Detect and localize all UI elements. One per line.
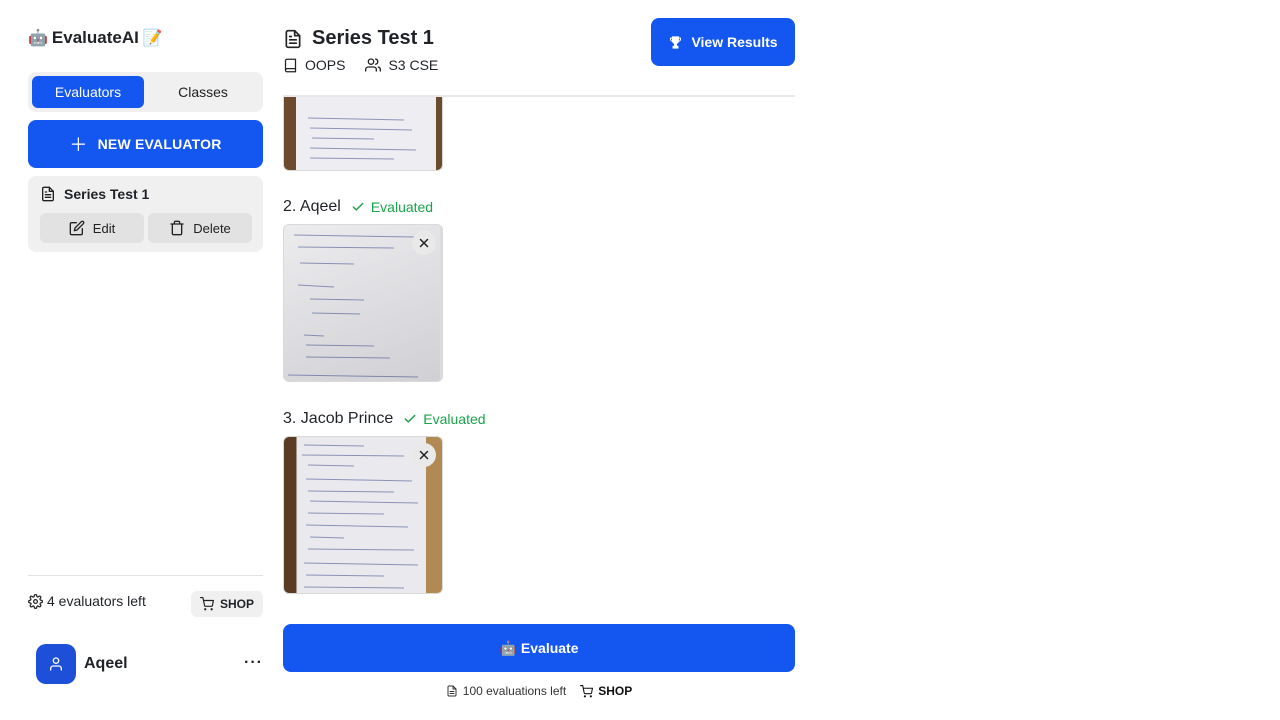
book-icon (284, 58, 297, 72)
document-icon (42, 186, 54, 202)
robot-logo-icon: 🤖 (28, 30, 48, 47)
status-text: Evaluated (370, 199, 434, 215)
submission-header: 2. Aqeel Evaluated (283, 198, 433, 216)
document-icon (447, 685, 457, 697)
view-results-button[interactable]: View Results (651, 18, 795, 66)
trophy-icon (670, 35, 682, 49)
status-text: Evaluated (423, 411, 486, 427)
evaluator-title: Series Test 1 (40, 186, 251, 202)
footer-shop-button[interactable]: SHOP (580, 684, 632, 698)
robot-icon: 🤖 (499, 639, 517, 656)
submission-image[interactable] (283, 436, 443, 594)
handwriting-lines (307, 117, 417, 160)
evaluate-button[interactable]: 🤖 Evaluate (283, 624, 795, 672)
avatar (36, 644, 76, 684)
evaluations-left: 100 evaluations left (446, 684, 566, 698)
gear-icon (28, 593, 43, 609)
edit-label: Edit (92, 220, 116, 236)
tab-evaluators[interactable]: Evaluators (32, 76, 144, 108)
user-name: Aqeel (84, 655, 128, 672)
check-icon (352, 202, 364, 211)
cart-icon (580, 684, 594, 697)
subject-text: OOPS (305, 57, 346, 73)
edit-button[interactable]: Edit (40, 213, 144, 243)
evaluators-left-text: 4 evaluators left (47, 593, 146, 609)
footer-shop-label: SHOP (598, 684, 633, 698)
class-text: S3 CSE (388, 57, 439, 73)
student-name: 3. Jacob Prince (283, 410, 394, 427)
check-icon (404, 414, 416, 423)
class-meta: S3 CSE (365, 57, 438, 73)
status-badge: Evaluated (403, 411, 486, 427)
user-profile[interactable]: Aqeel ··· (36, 644, 263, 684)
app-brand[interactable]: 🤖 EvaluateAI 📝 (28, 28, 163, 48)
evaluate-label: Evaluate (520, 640, 579, 656)
delete-button[interactable]: Delete (148, 213, 252, 243)
status-badge: Evaluated (351, 199, 433, 215)
submissions-list[interactable]: 2. Aqeel Evaluated 3. Jacob Prince Evalu… (283, 97, 795, 607)
sidebar-shop-label: SHOP (219, 597, 254, 611)
new-evaluator-button[interactable]: ＋ NEW EVALUATOR (28, 120, 263, 168)
evaluator-card[interactable]: Series Test 1 Edit Delete (28, 176, 263, 252)
evaluator-actions: Edit Delete (40, 213, 252, 243)
trash-icon (170, 220, 184, 236)
page-title-text: Series Test 1 (312, 27, 434, 49)
evaluations-left-text: 100 evaluations left (462, 684, 567, 698)
sidebar: 🤖 EvaluateAI 📝 Evaluators Classes ＋ NEW … (28, 0, 263, 720)
evaluator-name: Series Test 1 (64, 186, 150, 202)
new-evaluator-label: NEW EVALUATOR (97, 136, 222, 152)
user-icon (50, 657, 62, 671)
tab-classes[interactable]: Classes (147, 76, 259, 108)
document-icon (285, 29, 301, 48)
evaluators-left: 4 evaluators left (28, 593, 146, 609)
close-icon (419, 238, 429, 248)
page-title: Series Test 1 (283, 27, 434, 50)
remove-image-button[interactable] (412, 443, 436, 467)
delete-label: Delete (193, 220, 231, 236)
student-name: 2. Aqeel (283, 198, 341, 215)
sidebar-shop-button[interactable]: SHOP (191, 591, 263, 617)
edit-icon (69, 220, 85, 236)
app-title: EvaluateAI (51, 28, 139, 47)
evaluator-meta: OOPS S3 CSE (283, 57, 438, 73)
evaluation-footer: 100 evaluations left SHOP (283, 684, 795, 698)
more-options-icon[interactable]: ··· (244, 654, 263, 672)
users-icon (365, 58, 382, 72)
memo-icon: 📝 (142, 30, 163, 47)
view-results-label: View Results (691, 34, 778, 50)
plus-icon: ＋ (69, 135, 88, 155)
sidebar-divider (28, 575, 263, 576)
cart-icon (199, 597, 214, 611)
sidebar-tabs: Evaluators Classes (28, 72, 263, 112)
remove-image-button[interactable] (412, 231, 436, 255)
close-icon (419, 450, 429, 460)
submission-image[interactable] (283, 97, 443, 171)
submission-image[interactable] (283, 224, 443, 382)
subject-meta: OOPS (283, 57, 345, 73)
submission-header: 3. Jacob Prince Evaluated (283, 410, 486, 428)
main-content: Series Test 1 OOPS S3 CSE View Results 2 (283, 0, 795, 720)
